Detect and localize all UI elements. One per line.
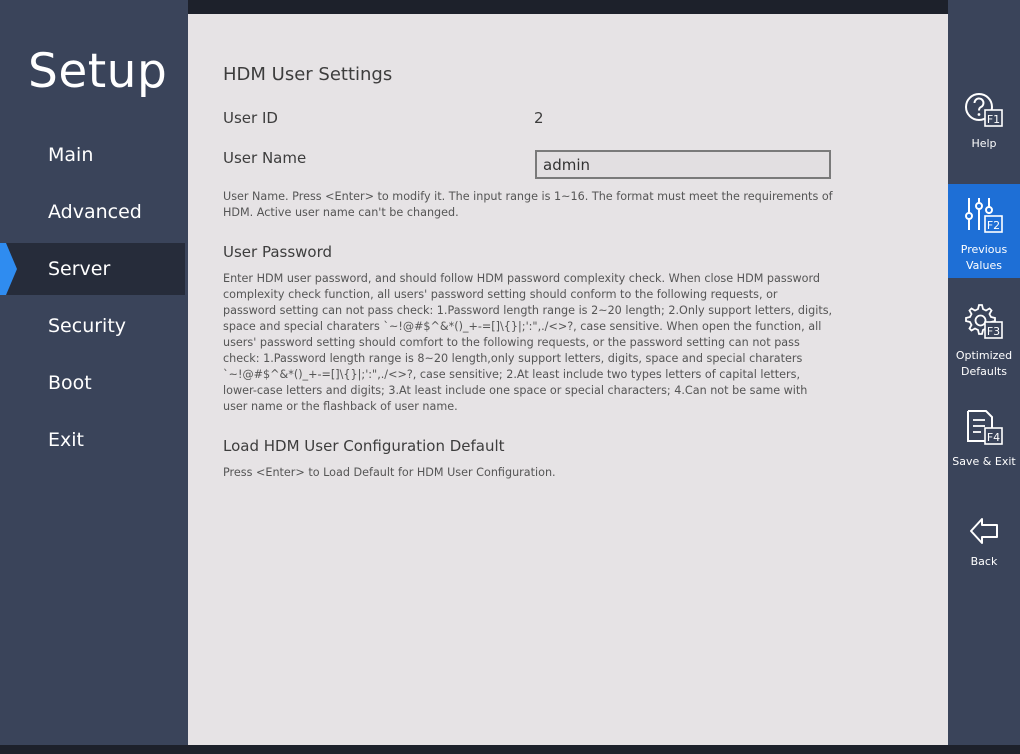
gear-icon: F3 bbox=[965, 304, 1003, 339]
setup-title: Setup bbox=[28, 44, 168, 99]
load-default-label[interactable]: Load HDM User Configuration Default bbox=[223, 437, 505, 455]
nav-menu: Main Advanced Server Security Boot Exit bbox=[0, 129, 188, 471]
help-button[interactable]: F1 Help bbox=[948, 90, 1020, 170]
save-exit-label: Save & Exit bbox=[952, 455, 1016, 468]
nav-item-label: Security bbox=[48, 315, 127, 337]
sidebar: Setup Main Advanced Server Security Boot… bbox=[0, 0, 188, 754]
user-name-input[interactable] bbox=[535, 150, 831, 179]
nav-item-security[interactable]: Security bbox=[0, 300, 188, 352]
f2-key-label: F2 bbox=[987, 219, 1000, 232]
nav-item-main[interactable]: Main bbox=[0, 129, 188, 181]
load-default-description: Press <Enter> to Load Default for HDM Us… bbox=[223, 466, 556, 479]
save-document-icon: F4 bbox=[967, 410, 1003, 445]
nav-item-label: Advanced bbox=[48, 201, 142, 223]
function-toolbar: F1 Help F2 Previous Values F3 Optimized … bbox=[948, 0, 1020, 754]
nav-item-label: Main bbox=[48, 144, 94, 166]
back-button[interactable]: Back bbox=[948, 514, 1020, 580]
nav-item-label: Server bbox=[48, 258, 111, 280]
nav-item-exit[interactable]: Exit bbox=[0, 414, 188, 466]
f1-key-label: F1 bbox=[987, 113, 1000, 126]
optimized-defaults-button[interactable]: F3 Optimized Defaults bbox=[948, 302, 1020, 382]
user-name-description: User Name. Press <Enter> to modify it. T… bbox=[223, 190, 833, 219]
sliders-icon: F2 bbox=[965, 198, 1003, 233]
help-icon: F1 bbox=[965, 93, 1003, 127]
f3-key-label: F3 bbox=[987, 325, 1000, 338]
user-id-label: User ID bbox=[223, 109, 278, 127]
back-label: Back bbox=[970, 555, 998, 568]
user-name-label: User Name bbox=[223, 149, 307, 167]
optimized-defaults-label: Optimized Defaults bbox=[955, 349, 1013, 378]
nav-item-server[interactable]: Server bbox=[0, 243, 185, 295]
nav-item-boot[interactable]: Boot bbox=[0, 357, 188, 409]
nav-item-advanced[interactable]: Advanced bbox=[0, 186, 188, 238]
top-bar bbox=[188, 0, 948, 14]
nav-item-label: Boot bbox=[48, 372, 92, 394]
save-exit-button[interactable]: F4 Save & Exit bbox=[948, 408, 1020, 478]
content-panel: HDM User Settings User ID 2 User Name Us… bbox=[188, 14, 948, 754]
previous-values-label: Previous Values bbox=[960, 243, 1008, 272]
active-indicator-icon bbox=[0, 243, 17, 295]
f4-key-label: F4 bbox=[987, 431, 1000, 444]
user-password-label[interactable]: User Password bbox=[223, 243, 332, 261]
user-password-description: Enter HDM user password, and should foll… bbox=[223, 272, 833, 413]
help-label: Help bbox=[971, 137, 997, 150]
nav-item-label: Exit bbox=[48, 429, 84, 451]
bottom-bar bbox=[0, 745, 1020, 754]
previous-values-button[interactable]: F2 Previous Values bbox=[948, 184, 1020, 278]
back-arrow-icon bbox=[970, 518, 998, 544]
user-id-value: 2 bbox=[534, 109, 544, 127]
page-title: HDM User Settings bbox=[223, 64, 393, 85]
